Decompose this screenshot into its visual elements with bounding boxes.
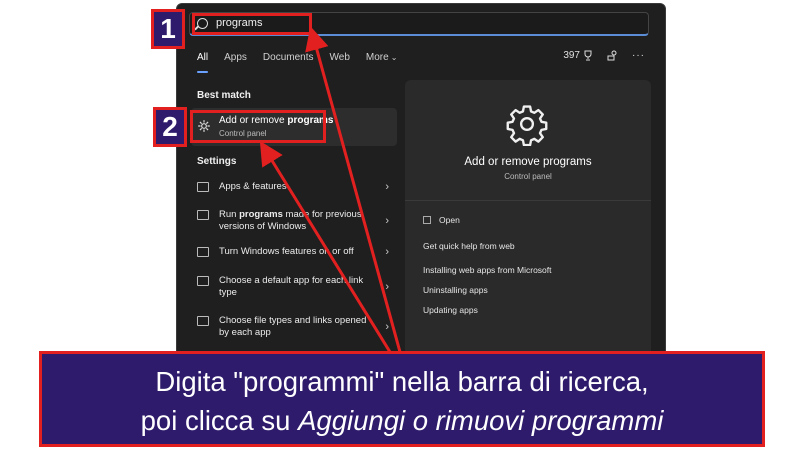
instruction-caption: Digita "programmi" nella barra di ricerc… <box>39 351 765 447</box>
step-marker-2: 2 <box>153 107 187 147</box>
caption-line-2-italic: Aggiungi o rimuovi programmi <box>298 405 664 436</box>
caption-line-2-prefix: poi clicca su <box>140 405 299 436</box>
arrow-to-search <box>305 26 402 353</box>
step-marker-1: 1 <box>151 9 185 49</box>
caption-line-2: poi clicca su Aggiungi o rimuovi program… <box>42 401 762 440</box>
caption-line-1: Digita "programmi" nella barra di ricerc… <box>155 366 649 397</box>
